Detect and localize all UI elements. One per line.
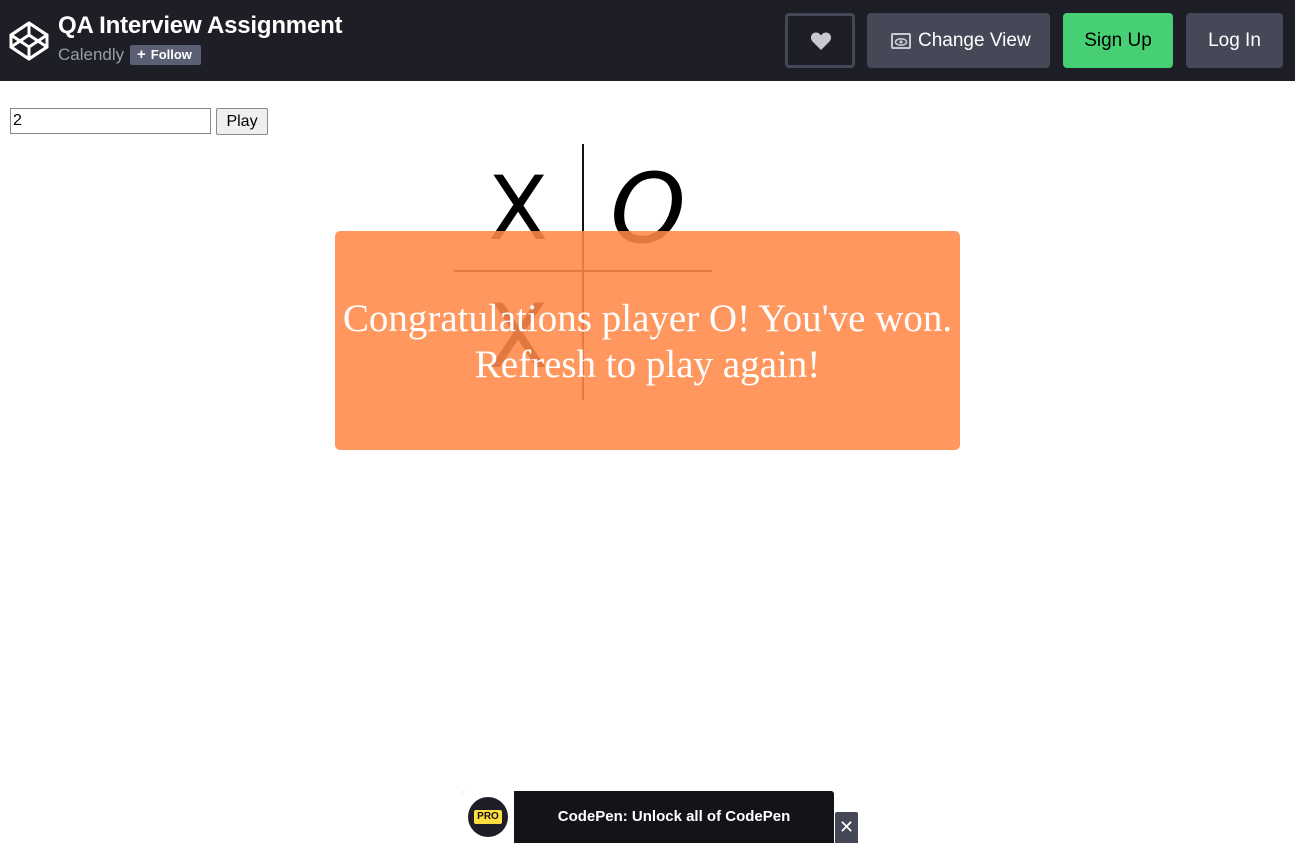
eye-icon xyxy=(891,33,911,49)
header-bar: QA Interview Assignment Calendly + Follow… xyxy=(0,0,1295,81)
board-size-input[interactable] xyxy=(10,108,211,134)
pro-badge-icon: PRO xyxy=(468,797,508,837)
codepen-logo-icon[interactable] xyxy=(9,21,49,61)
win-message-line-2: Refresh to play again! xyxy=(474,343,821,386)
sign-up-button[interactable]: Sign Up xyxy=(1063,13,1173,68)
change-view-button[interactable]: Change View xyxy=(867,13,1050,68)
pro-badge-box: PRO xyxy=(462,791,514,843)
pen-title: QA Interview Assignment xyxy=(58,12,343,39)
win-message-modal: Congratulations player O! You've won. Re… xyxy=(335,231,960,450)
change-view-label: Change View xyxy=(918,30,1031,51)
pen-owner-link[interactable]: Calendly xyxy=(58,45,124,65)
play-button[interactable]: Play xyxy=(216,108,268,135)
pro-badge-label: PRO xyxy=(474,810,502,824)
heart-icon xyxy=(810,32,832,50)
codepen-pro-promo[interactable]: PRO CodePen: Unlock all of CodePen xyxy=(462,791,834,843)
follow-label: Follow xyxy=(150,47,192,62)
promo-text[interactable]: CodePen: Unlock all of CodePen xyxy=(514,791,834,843)
close-icon[interactable]: ✕ xyxy=(835,812,858,843)
plus-icon: + xyxy=(137,46,146,63)
win-message: Congratulations player O! You've won. Re… xyxy=(335,296,960,388)
like-button[interactable] xyxy=(785,13,855,68)
log-in-button[interactable]: Log In xyxy=(1186,13,1283,68)
win-message-line-1: Congratulations player O! You've won. xyxy=(342,297,953,340)
follow-button[interactable]: + Follow xyxy=(130,45,201,65)
